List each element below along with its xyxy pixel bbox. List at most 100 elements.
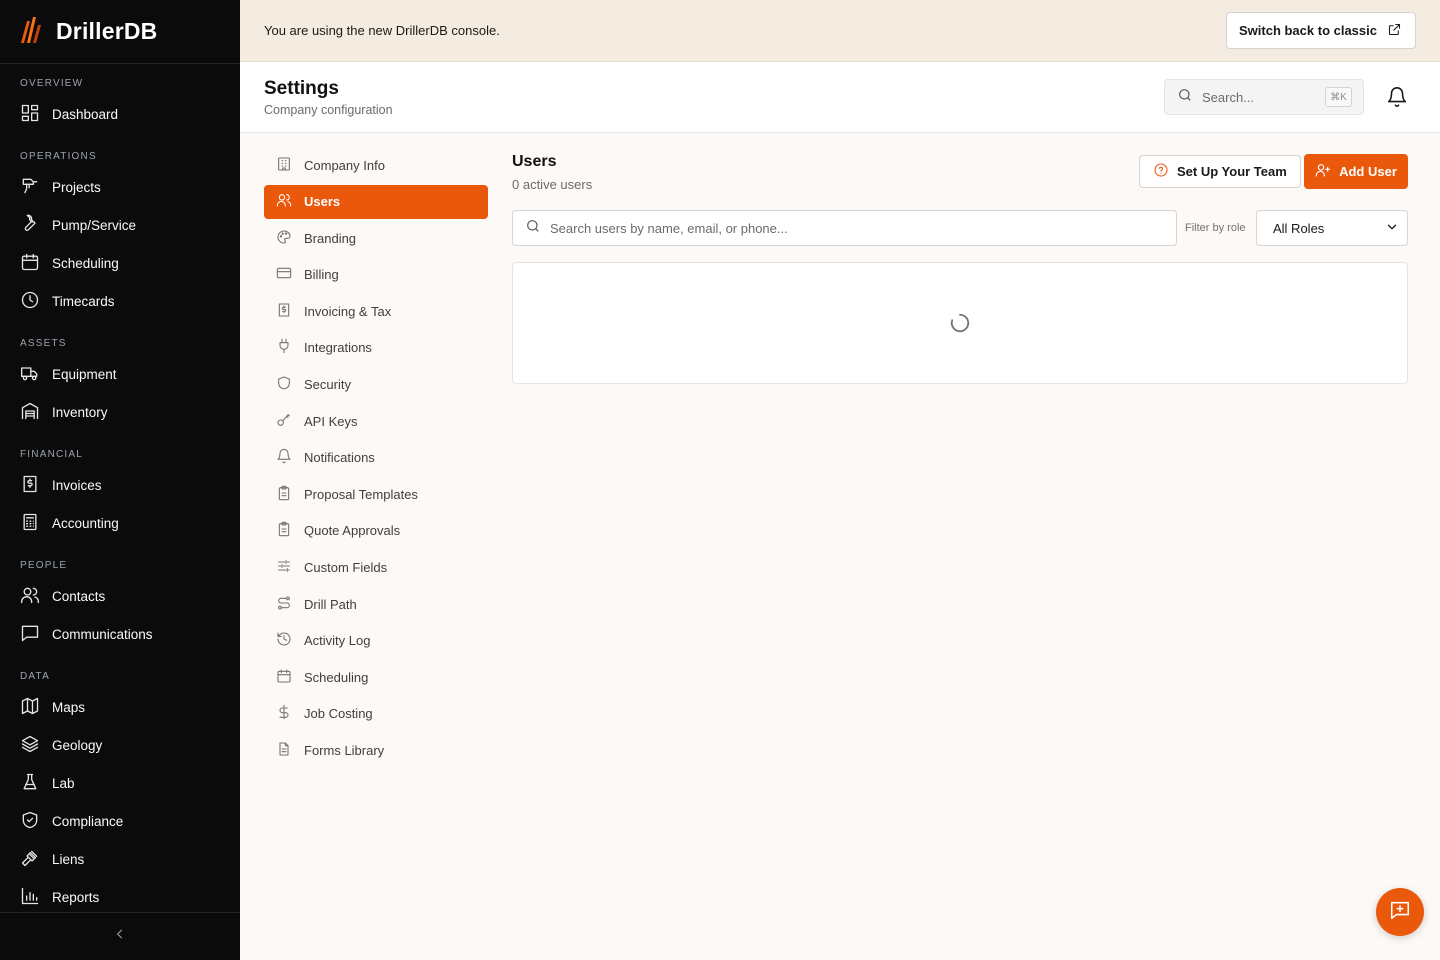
nav-item-geology[interactable]: Geology — [0, 726, 240, 764]
map-icon — [20, 696, 52, 719]
user-plus-icon — [1315, 162, 1339, 181]
nav-item-lab[interactable]: Lab — [0, 764, 240, 802]
nav-item-label: Liens — [52, 851, 85, 867]
nav-item-projects[interactable]: Projects — [0, 168, 240, 206]
wrench-icon — [20, 214, 52, 237]
nav-section-label: OVERVIEW — [20, 78, 84, 89]
role-filter-select[interactable]: All Roles — [1256, 210, 1408, 246]
settings-item-scheduling[interactable]: Scheduling — [264, 660, 488, 694]
history-icon — [276, 631, 304, 650]
dashboard-icon — [20, 103, 52, 126]
clipboard-icon — [276, 485, 304, 504]
nav-item-label: Maps — [52, 699, 86, 715]
setup-team-button[interactable]: Set Up Your Team — [1139, 155, 1301, 188]
nav-item-equipment[interactable]: Equipment — [0, 355, 240, 393]
add-user-label: Add User — [1339, 164, 1397, 179]
settings-item-label: Activity Log — [304, 633, 371, 649]
settings-item-label: Notifications — [304, 450, 375, 466]
nav-item-dashboard[interactable]: Dashboard — [0, 95, 240, 133]
user-search-input[interactable] — [550, 220, 1176, 236]
credit-card-icon — [276, 265, 304, 284]
feedback-chat-button[interactable] — [1376, 888, 1424, 936]
nav-item-liens[interactable]: Liens — [0, 840, 240, 878]
settings-item-proposal-templates[interactable]: Proposal Templates — [264, 477, 488, 511]
user-search-field[interactable] — [512, 210, 1177, 246]
settings-item-company-info[interactable]: Company Info — [264, 148, 488, 182]
nav-item-timecards[interactable]: Timecards — [0, 282, 240, 320]
settings-item-forms-library[interactable]: Forms Library — [264, 734, 488, 768]
nav-item-reports[interactable]: Reports — [0, 878, 240, 916]
role-filter-value: All Roles — [1273, 220, 1325, 236]
nav-section-label: PEOPLE — [20, 560, 68, 571]
nav-item-scheduling[interactable]: Scheduling — [0, 244, 240, 282]
palette-icon — [276, 229, 304, 248]
settings-item-custom-fields[interactable]: Custom Fields — [264, 551, 488, 585]
settings-item-label: API Keys — [304, 413, 358, 429]
warehouse-icon — [20, 401, 52, 424]
shield-check-icon — [20, 810, 52, 833]
switch-to-classic-button[interactable]: Switch back to classic — [1225, 12, 1416, 49]
nav-section-label: ASSETS — [20, 338, 67, 349]
settings-item-label: Proposal Templates — [304, 486, 418, 502]
clipboard-check-icon — [276, 521, 304, 540]
receipt-icon — [276, 302, 304, 321]
settings-item-label: Job Costing — [304, 706, 373, 722]
notifications-button[interactable] — [1386, 86, 1408, 108]
settings-item-integrations[interactable]: Integrations — [264, 331, 488, 365]
settings-item-label: Security — [304, 377, 351, 393]
gavel-icon — [20, 848, 52, 871]
nav-item-invoices[interactable]: Invoices — [0, 466, 240, 504]
plug-icon — [276, 338, 304, 357]
nav-item-label: Invoices — [52, 477, 102, 493]
settings-item-label: Custom Fields — [304, 560, 388, 576]
file-text-icon — [276, 741, 304, 760]
setup-team-label: Set Up Your Team — [1177, 164, 1287, 179]
settings-item-invoicing-tax[interactable]: Invoicing & Tax — [264, 294, 488, 328]
nav-item-label: Equipment — [52, 366, 117, 382]
nav-item-communications[interactable]: Communications — [0, 615, 240, 653]
nav-item-accounting[interactable]: Accounting — [0, 504, 240, 542]
settings-item-job-costing[interactable]: Job Costing — [264, 697, 488, 731]
settings-item-activity-log[interactable]: Activity Log — [264, 624, 488, 658]
page-header: Settings Company configuration Search...… — [240, 62, 1440, 133]
calendar-icon — [276, 668, 304, 687]
settings-item-quote-approvals[interactable]: Quote Approvals — [264, 514, 488, 548]
flask-icon — [20, 772, 52, 795]
settings-item-label: Integrations — [304, 340, 372, 356]
building-icon — [276, 156, 304, 175]
settings-item-label: Scheduling — [304, 669, 369, 685]
truck-icon — [20, 363, 52, 386]
calendar-icon — [20, 252, 52, 275]
settings-item-users[interactable]: Users — [264, 184, 488, 219]
settings-item-security[interactable]: Security — [264, 368, 488, 402]
nav-item-maps[interactable]: Maps — [0, 688, 240, 726]
nav-item-contacts[interactable]: Contacts — [0, 577, 240, 615]
users-icon — [276, 192, 304, 211]
settings-item-label: Billing — [304, 267, 339, 283]
nav-item-pump-service[interactable]: Pump/Service — [0, 206, 240, 244]
nav-item-compliance[interactable]: Compliance — [0, 802, 240, 840]
settings-item-api-keys[interactable]: API Keys — [264, 404, 488, 438]
settings-item-label: Quote Approvals — [304, 523, 401, 539]
shield-icon — [276, 375, 304, 394]
main-nav: OVERVIEW Dashboard OPERATIONS Projects P… — [0, 64, 240, 916]
settings-item-billing[interactable]: Billing — [264, 258, 488, 292]
message-icon — [20, 623, 52, 646]
key-icon — [276, 412, 304, 431]
external-link-icon — [1377, 22, 1402, 40]
settings-item-branding[interactable]: Branding — [264, 221, 488, 255]
nav-item-inventory[interactable]: Inventory — [0, 393, 240, 431]
nav-item-label: Dashboard — [52, 106, 119, 122]
nav-item-label: Accounting — [52, 515, 119, 531]
search-icon — [1177, 87, 1202, 108]
active-users-count: 0 active users — [512, 177, 593, 192]
brand[interactable]: DrillerDB — [0, 0, 240, 64]
nav-item-label: Reports — [52, 889, 100, 905]
add-user-button[interactable]: Add User — [1304, 154, 1408, 189]
global-search-input[interactable]: Search... ⌘K — [1164, 79, 1364, 115]
settings-item-notifications[interactable]: Notifications — [264, 441, 488, 475]
settings-item-label: Branding — [304, 230, 357, 246]
collapse-sidebar-button[interactable] — [0, 912, 240, 960]
nav-item-label: Communications — [52, 626, 153, 642]
settings-item-drill-path[interactable]: Drill Path — [264, 587, 488, 621]
